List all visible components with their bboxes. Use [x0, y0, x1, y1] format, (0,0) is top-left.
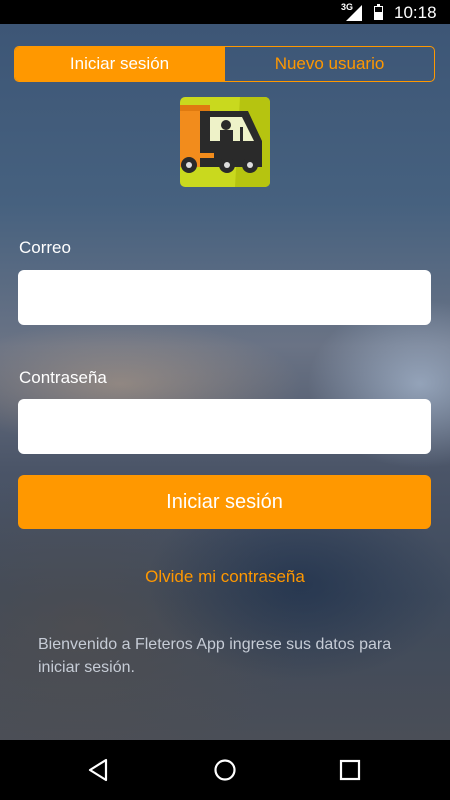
tab-login[interactable]: Iniciar sesión — [15, 47, 224, 81]
email-label: Correo — [19, 238, 71, 257]
recents-icon[interactable] — [335, 755, 365, 785]
welcome-message: Bienvenido a Fleteros App ingrese sus da… — [38, 636, 392, 676]
auth-tabs: Iniciar sesión Nuevo usuario — [14, 46, 435, 82]
home-icon[interactable] — [210, 755, 240, 785]
email-field[interactable] — [18, 270, 431, 325]
app-logo — [180, 97, 270, 187]
clock: 10:18 — [394, 3, 437, 22]
forgot-password-link[interactable]: Olvide mi contraseña — [0, 567, 450, 587]
delivery-truck-driver-icon — [180, 97, 270, 187]
navigation-bar — [0, 740, 450, 800]
status-bar: 3G 10:18 — [0, 0, 450, 24]
password-label: Contraseña — [19, 368, 107, 387]
battery-icon — [374, 4, 383, 20]
tab-new-user[interactable]: Nuevo usuario — [224, 47, 434, 81]
login-button[interactable]: Iniciar sesión — [18, 475, 431, 529]
password-field[interactable] — [18, 399, 431, 454]
signal-icon — [346, 5, 362, 21]
back-icon[interactable] — [84, 755, 114, 785]
